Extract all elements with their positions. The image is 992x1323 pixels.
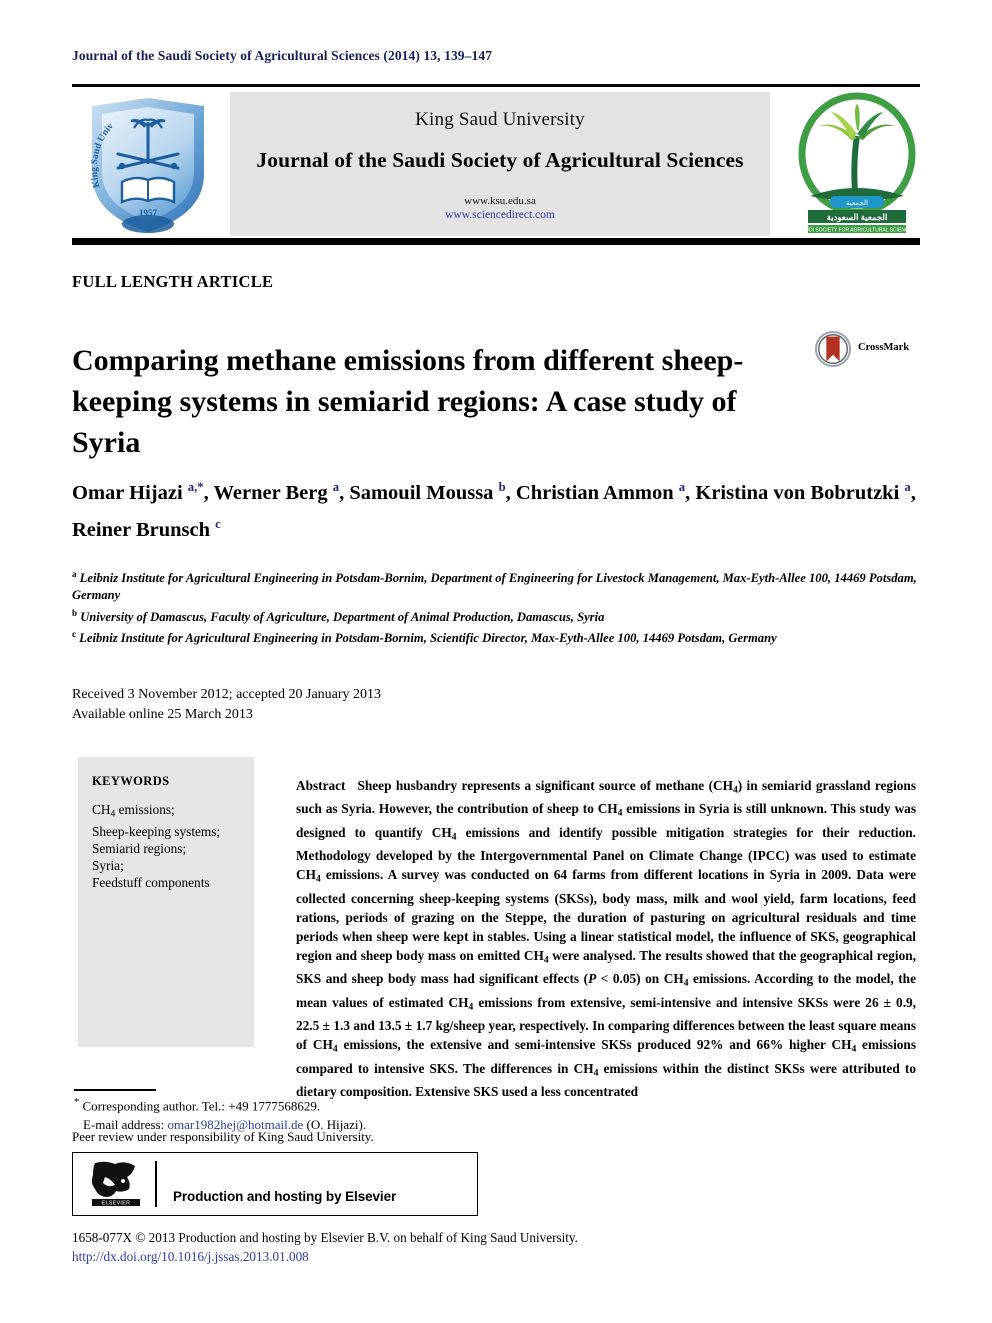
author-name: Christian Ammon a <box>515 480 686 504</box>
elsevier-box-divider <box>155 1161 157 1207</box>
affiliation-list: a Leibniz Institute for Agricultural Eng… <box>72 566 922 647</box>
affiliation-item: a Leibniz Institute for Agricultural Eng… <box>72 569 917 603</box>
article-type-label: FULL LENGTH ARTICLE <box>72 272 274 291</box>
page-title: Comparing methane emissions from differe… <box>72 344 744 460</box>
keywords-heading: KEYWORDS <box>92 774 170 788</box>
svg-text:1957: 1957 <box>139 208 158 218</box>
running-head: Journal of the Saudi Society of Agricult… <box>72 48 493 63</box>
abstract-label: Abstract <box>296 778 346 793</box>
abstract-text: Sheep husbandry represents a significant… <box>296 778 917 1099</box>
corresponding-author-note: * Corresponding author. Tel.: +49 177756… <box>74 1093 634 1115</box>
svg-text:الجمعية: الجمعية <box>846 199 868 207</box>
affiliation-item: c Leibniz Institute for Agricultural Eng… <box>72 628 777 646</box>
doi-link[interactable]: http://dx.doi.org/10.1016/j.jssas.2013.0… <box>72 1247 578 1266</box>
crossmark-label: CrossMark <box>858 342 910 353</box>
elsevier-logo: ELSEVIER <box>89 1159 143 1209</box>
author-affiliation-marker: b <box>498 480 506 494</box>
peer-review-note: Peer review under responsibility of King… <box>72 1129 374 1144</box>
available-online-date: Available online 25 March 2013 <box>72 707 253 722</box>
author-affiliation-marker: a <box>904 480 911 494</box>
keyword-item: Sheep-keeping systems; <box>92 823 221 839</box>
keyword-item: Semiarid regions; <box>92 840 187 856</box>
elsevier-hosting-box: ELSEVIER Production and hosting by Elsev… <box>72 1152 478 1216</box>
masthead-bottom-rule <box>72 238 920 245</box>
keyword-item: Syria; <box>92 857 124 873</box>
journal-banner: King Saud University Journal of the Saud… <box>230 92 770 236</box>
keyword-item: Feedstuff components <box>92 875 210 891</box>
saudi-society-agricultural-sciences-logo: الجمعية الجمعية السعودية SAUDI SOCIETY F… <box>794 92 920 236</box>
masthead-top-rule <box>72 84 920 87</box>
banner-sciencedirect-url[interactable]: www.sciencedirect.com <box>230 209 770 221</box>
svg-text:الجمعية السعودية: الجمعية السعودية <box>827 212 888 223</box>
publication-dates: Received 3 November 2012; accepted 20 Ja… <box>72 685 381 725</box>
author-name: Reiner Brunsch c <box>72 516 221 541</box>
banner-journal-title: Journal of the Saudi Society of Agricult… <box>256 148 744 172</box>
affiliation-marker: a <box>72 569 77 579</box>
banner-ksu-url[interactable]: www.ksu.edu.sa <box>230 195 770 207</box>
affiliation-item: b University of Damascus, Faculty of Agr… <box>72 607 605 624</box>
author-list: Omar Hijazi a,*, Werner Berg a, Samouil … <box>72 480 916 541</box>
author-name: Omar Hijazi a,* <box>72 480 204 504</box>
copyright-line: 1658-077X © 2013 Production and hosting … <box>72 1230 578 1245</box>
king-saud-university-logo: King Saud University 1957 <box>76 85 218 236</box>
svg-text:SAUDI SOCIETY FOR AGRICULTURAL: SAUDI SOCIETY FOR AGRICULTURAL SCIENCES <box>799 228 916 234</box>
copyright-block: 1658-077X © 2013 Production and hosting … <box>72 1228 578 1266</box>
article-first-page: Journal of the Saudi Society of Agricult… <box>0 0 992 1323</box>
banner-university-name: King Saud University <box>415 109 585 130</box>
affiliation-marker: c <box>72 628 77 639</box>
svg-text:ELSEVIER: ELSEVIER <box>102 1201 131 1207</box>
author-name: Samouil Moussa b <box>349 480 506 504</box>
author-name: Kristina von Bobrutzki a <box>695 480 911 504</box>
author-affiliation-marker: c <box>215 516 221 531</box>
keyword-item: CH4 emissions; <box>92 802 175 820</box>
keywords-list: CH4 emissions; Sheep-keeping systems; Semi… <box>92 801 220 891</box>
crossmark-badge[interactable]: CrossMark <box>814 330 922 372</box>
corresponding-author-text: Corresponding author. Tel.: +49 17775686… <box>82 1098 321 1114</box>
author-affiliation-marker: a,* <box>187 480 204 494</box>
asterisk-icon: * <box>74 1097 80 1108</box>
journal-masthead: King Saud University 1957 King Saud Univ… <box>72 85 920 236</box>
received-accepted-date: Received 3 November 2012; accepted 20 Ja… <box>72 687 382 702</box>
affiliation-marker: b <box>72 607 78 618</box>
author-affiliation-marker: a <box>332 480 340 494</box>
author-name: Werner Berg a <box>213 480 340 504</box>
footnote-rule <box>74 1089 156 1091</box>
author-affiliation-marker: a <box>678 480 686 494</box>
elsevier-hosting-text: Production and hosting by Elsevier <box>173 1189 397 1204</box>
abstract-section: Abstract Sheep husbandry represents a sig… <box>296 776 916 1101</box>
